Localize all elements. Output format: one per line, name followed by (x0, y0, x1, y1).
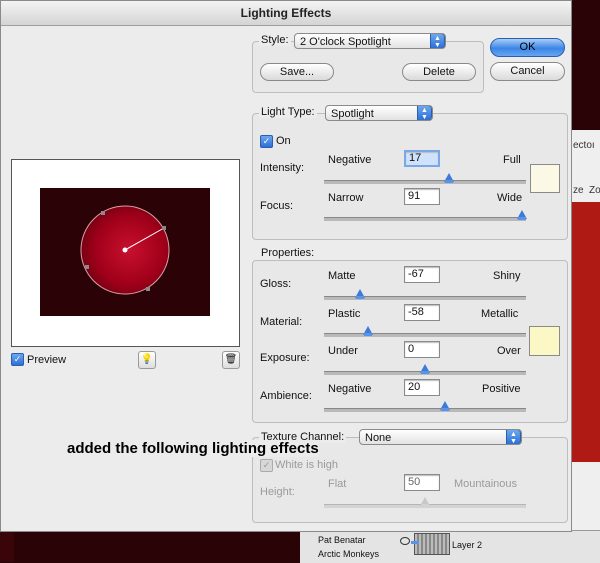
ellipse-handle[interactable] (146, 287, 150, 291)
layer-name: Layer 2 (452, 540, 483, 550)
ambience-field[interactable]: 20 (404, 379, 440, 396)
gloss-max-label: Shiny (493, 270, 521, 282)
exposure-slider-thumb[interactable] (420, 364, 430, 374)
cancel-button[interactable]: Cancel (490, 62, 565, 81)
ambience-slider-thumb[interactable] (440, 401, 451, 411)
focus-field[interactable]: 91 (404, 188, 440, 205)
preview-checkbox[interactable]: ✓ (11, 353, 24, 366)
intensity-min-label: Negative (328, 154, 372, 166)
preview-label: Preview (27, 354, 67, 366)
spotlight-preview-graphic[interactable] (40, 188, 210, 316)
texture-channel-select[interactable]: None ▲ ▼ (359, 429, 522, 445)
gloss-slider-track[interactable] (324, 296, 526, 300)
chevron-updown-icon: ▲ ▼ (430, 34, 445, 48)
layer-item: Arctic Monkeys (318, 549, 380, 559)
ellipse-handle[interactable] (101, 211, 105, 215)
focus-max-label: Wide (497, 192, 523, 204)
gloss-slider-thumb[interactable] (355, 289, 366, 299)
focus-slider-track[interactable] (324, 217, 526, 221)
intensity-label: Intensity: (260, 162, 305, 174)
exposure-field[interactable]: 0 (404, 341, 440, 358)
gloss-label: Gloss: (260, 278, 292, 290)
on-checkbox[interactable]: ✓ (260, 135, 273, 148)
chevron-updown-icon: ▲ ▼ (417, 106, 432, 120)
ambience-max-label: Positive (482, 383, 521, 395)
focus-label: Focus: (260, 200, 294, 212)
gloss-min-label: Matte (328, 270, 356, 282)
height-field[interactable]: 50 (404, 474, 440, 491)
height-slider-thumb[interactable] (420, 497, 430, 507)
focus-min-label: Narrow (328, 192, 364, 204)
exposure-min-label: Under (328, 345, 358, 357)
material-max-label: Metallic (481, 308, 519, 320)
light-preview[interactable] (11, 159, 240, 347)
style-label: Style: (259, 34, 291, 46)
ellipse-handle[interactable] (85, 265, 89, 269)
style-select[interactable]: 2 O'clock Spotlight ▲ ▼ (294, 33, 446, 49)
light-color-swatch[interactable] (530, 164, 560, 193)
material-slider-thumb[interactable] (363, 326, 374, 336)
white-is-high-checkbox[interactable]: ✓ (260, 459, 273, 472)
ok-button[interactable]: OK (490, 38, 565, 57)
texture-channel-select-value: None (365, 432, 392, 444)
layer-item: Pat Benatar (318, 535, 366, 545)
height-max-label: Mountainous (454, 478, 517, 490)
intensity-slider-track[interactable] (324, 180, 526, 184)
delete-button[interactable]: Delete (402, 63, 476, 81)
intensity-max-label: Full (503, 154, 521, 166)
background-tab-sub2: Zo (589, 185, 600, 196)
style-select-value: 2 O'clock Spotlight (300, 36, 391, 48)
preview-canvas[interactable] (40, 188, 210, 316)
gloss-field[interactable]: -67 (404, 266, 440, 283)
light-type-label: Light Type: (259, 106, 317, 118)
layer-thumbnail (411, 533, 450, 555)
chevron-updown-icon: ▲ ▼ (506, 430, 521, 444)
dialog-title: Lighting Effects (1, 1, 571, 26)
layers-panel: Pat Benatar Arctic Monkeys Layer 2 (300, 530, 600, 563)
ambience-min-label: Negative (328, 383, 372, 395)
white-is-high-label: White is high (275, 459, 338, 471)
background-tab-text: ectoı (573, 140, 595, 151)
background-tab-sub: ze (573, 185, 584, 196)
ambience-slider-track[interactable] (324, 408, 526, 412)
material-slider-track[interactable] (324, 333, 526, 337)
material-min-label: Plastic (328, 308, 361, 320)
trash-icon[interactable]: 🗑 (222, 351, 240, 369)
save-button[interactable]: Save... (260, 63, 334, 81)
material-field[interactable]: -58 (404, 304, 440, 321)
intensity-field[interactable]: 17 (404, 150, 440, 167)
lighting-effects-dialog: Lighting Effects Style: 2 O'clock Spotli… (0, 0, 572, 532)
exposure-label: Exposure: (260, 352, 310, 364)
annotation-caption: added the following lighting effects (67, 440, 319, 457)
intensity-slider-thumb[interactable] (444, 173, 455, 183)
properties-label: Properties: (259, 247, 317, 259)
light-type-select-value: Spotlight (331, 108, 374, 120)
height-min-label: Flat (328, 478, 347, 490)
ellipse-handle[interactable] (162, 226, 166, 230)
height-label: Height: (260, 486, 295, 498)
focus-slider-thumb[interactable] (516, 210, 527, 220)
exposure-max-label: Over (497, 345, 521, 357)
light-type-select[interactable]: Spotlight ▲ ▼ (325, 105, 433, 121)
ambient-color-swatch[interactable] (529, 326, 560, 356)
on-label: On (276, 135, 291, 147)
ambience-label: Ambience: (260, 390, 312, 402)
light-center-handle[interactable] (122, 247, 128, 253)
new-light-bulb-icon[interactable]: 💡 (138, 351, 156, 369)
eye-icon[interactable] (400, 537, 410, 545)
material-label: Material: (260, 316, 303, 328)
